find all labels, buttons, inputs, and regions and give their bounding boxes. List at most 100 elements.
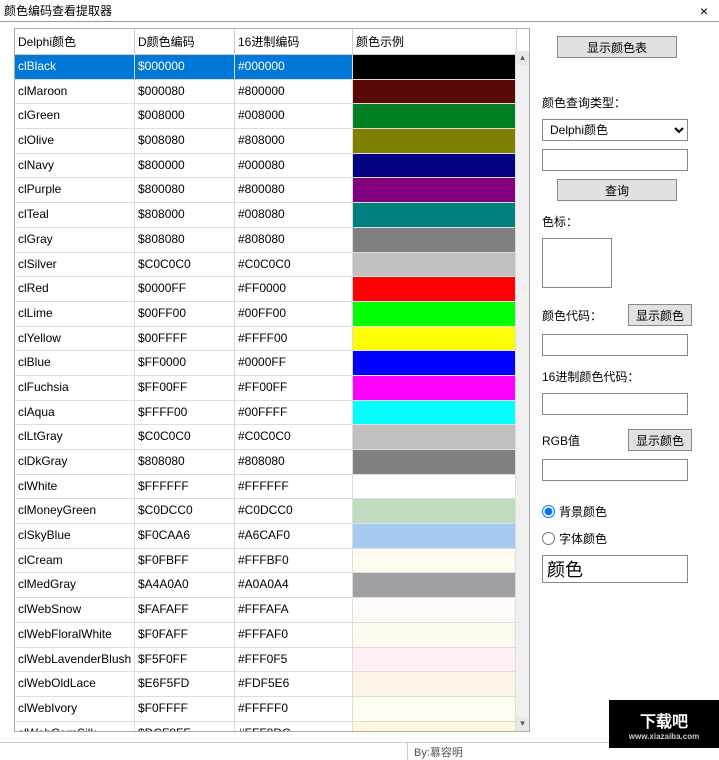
table-cell[interactable]: $000080 (135, 80, 235, 105)
table-cell[interactable]: clWebOldLace (15, 672, 135, 697)
color-swatch[interactable] (353, 228, 517, 253)
table-cell[interactable]: #C0C0C0 (235, 253, 353, 278)
table-cell[interactable]: $C0C0C0 (135, 253, 235, 278)
color-swatch[interactable] (353, 573, 517, 598)
table-cell[interactable]: #C0DCC0 (235, 499, 353, 524)
query-type-select[interactable]: Delphi颜色 (542, 119, 688, 141)
color-swatch[interactable] (353, 327, 517, 352)
table-cell[interactable]: #00FFFF (235, 401, 353, 426)
table-cell[interactable]: #FFFAF0 (235, 623, 353, 648)
sample-text-input[interactable] (542, 555, 688, 583)
query-button[interactable]: 查询 (557, 179, 677, 201)
table-cell[interactable]: #0000FF (235, 351, 353, 376)
color-swatch[interactable] (353, 376, 517, 401)
table-cell[interactable]: $A4A0A0 (135, 573, 235, 598)
table-cell[interactable]: clLime (15, 302, 135, 327)
table-cell[interactable]: clOlive (15, 129, 135, 154)
bg-color-radio[interactable] (542, 505, 555, 518)
scroll-down-icon[interactable]: ▾ (516, 717, 529, 731)
table-cell[interactable]: clGray (15, 228, 135, 253)
table-cell[interactable]: clPurple (15, 178, 135, 203)
table-cell[interactable]: clWhite (15, 475, 135, 500)
query-input[interactable] (542, 149, 688, 171)
table-cell[interactable]: #C0C0C0 (235, 425, 353, 450)
table-cell[interactable]: clWebSnow (15, 598, 135, 623)
table-cell[interactable]: #008080 (235, 203, 353, 228)
color-swatch[interactable] (353, 598, 517, 623)
table-cell[interactable]: clDkGray (15, 450, 135, 475)
table-cell[interactable]: #A6CAF0 (235, 524, 353, 549)
color-swatch[interactable] (353, 129, 517, 154)
table-cell[interactable]: clMaroon (15, 80, 135, 105)
show-table-button[interactable]: 显示颜色表 (557, 36, 677, 58)
table-cell[interactable]: #808080 (235, 450, 353, 475)
show-color-button-2[interactable]: 显示颜色 (628, 429, 692, 451)
table-cell[interactable]: #FFF0F5 (235, 648, 353, 673)
table-cell[interactable]: $FFFF00 (135, 401, 235, 426)
table-cell[interactable]: $00FFFF (135, 327, 235, 352)
table-cell[interactable]: clTeal (15, 203, 135, 228)
table-cell[interactable]: #FFF8DC (235, 722, 353, 732)
color-code-input[interactable] (542, 334, 688, 356)
color-swatch[interactable] (353, 648, 517, 673)
table-cell[interactable]: clFuchsia (15, 376, 135, 401)
table-cell[interactable]: $DCF8FF (135, 722, 235, 732)
scroll-up-icon[interactable]: ▴ (516, 51, 529, 65)
table-cell[interactable]: clBlack (15, 55, 135, 80)
table-cell[interactable]: $008000 (135, 104, 235, 129)
table-cell[interactable]: $FAFAFF (135, 598, 235, 623)
column-header[interactable]: 颜色示例 (353, 29, 517, 55)
table-cell[interactable]: clCream (15, 549, 135, 574)
table-cell[interactable]: $008080 (135, 129, 235, 154)
table-cell[interactable]: $F0CAA6 (135, 524, 235, 549)
table-cell[interactable]: clGreen (15, 104, 135, 129)
table-cell[interactable]: $00FF00 (135, 302, 235, 327)
color-swatch[interactable] (353, 178, 517, 203)
color-swatch[interactable] (353, 401, 517, 426)
color-swatch[interactable] (353, 55, 517, 80)
table-cell[interactable]: $000000 (135, 55, 235, 80)
color-swatch[interactable] (353, 697, 517, 722)
table-cell[interactable]: #FFFFF0 (235, 697, 353, 722)
table-cell[interactable]: clNavy (15, 154, 135, 179)
table-cell[interactable]: $FF0000 (135, 351, 235, 376)
table-cell[interactable]: clWebIvory (15, 697, 135, 722)
show-color-button-1[interactable]: 显示颜色 (628, 304, 692, 326)
color-swatch[interactable] (353, 475, 517, 500)
color-swatch[interactable] (353, 425, 517, 450)
table-cell[interactable]: #008000 (235, 104, 353, 129)
table-cell[interactable]: #FFFBF0 (235, 549, 353, 574)
table-cell[interactable]: #000080 (235, 154, 353, 179)
hex-code-input[interactable] (542, 393, 688, 415)
table-cell[interactable]: clSkyBlue (15, 524, 135, 549)
table-cell[interactable]: #A0A0A4 (235, 573, 353, 598)
table-cell[interactable]: clLtGray (15, 425, 135, 450)
color-swatch[interactable] (353, 80, 517, 105)
column-header[interactable]: 16进制编码 (235, 29, 353, 55)
table-cell[interactable]: $808080 (135, 228, 235, 253)
table-cell[interactable]: $800000 (135, 154, 235, 179)
table-cell[interactable]: $F0FAFF (135, 623, 235, 648)
table-cell[interactable]: clSilver (15, 253, 135, 278)
rgb-input[interactable] (542, 459, 688, 481)
table-cell[interactable]: #FFFAFA (235, 598, 353, 623)
table-cell[interactable]: clWebFloralWhite (15, 623, 135, 648)
table-cell[interactable]: #FF00FF (235, 376, 353, 401)
table-cell[interactable]: clYellow (15, 327, 135, 352)
table-cell[interactable]: #FDF5E6 (235, 672, 353, 697)
table-cell[interactable]: #800080 (235, 178, 353, 203)
table-cell[interactable]: clWebCornSilk (15, 722, 135, 732)
table-cell[interactable]: $F5F0FF (135, 648, 235, 673)
table-cell[interactable]: #000000 (235, 55, 353, 80)
table-cell[interactable]: $808000 (135, 203, 235, 228)
table-cell[interactable]: #808000 (235, 129, 353, 154)
table-cell[interactable]: clAqua (15, 401, 135, 426)
table-cell[interactable]: #00FF00 (235, 302, 353, 327)
font-color-radio[interactable] (542, 532, 555, 545)
table-cell[interactable]: $E6F5FD (135, 672, 235, 697)
color-swatch[interactable] (353, 302, 517, 327)
table-cell[interactable]: #808080 (235, 228, 353, 253)
table-cell[interactable]: clBlue (15, 351, 135, 376)
table-cell[interactable]: #FFFFFF (235, 475, 353, 500)
table-cell[interactable]: #800000 (235, 80, 353, 105)
